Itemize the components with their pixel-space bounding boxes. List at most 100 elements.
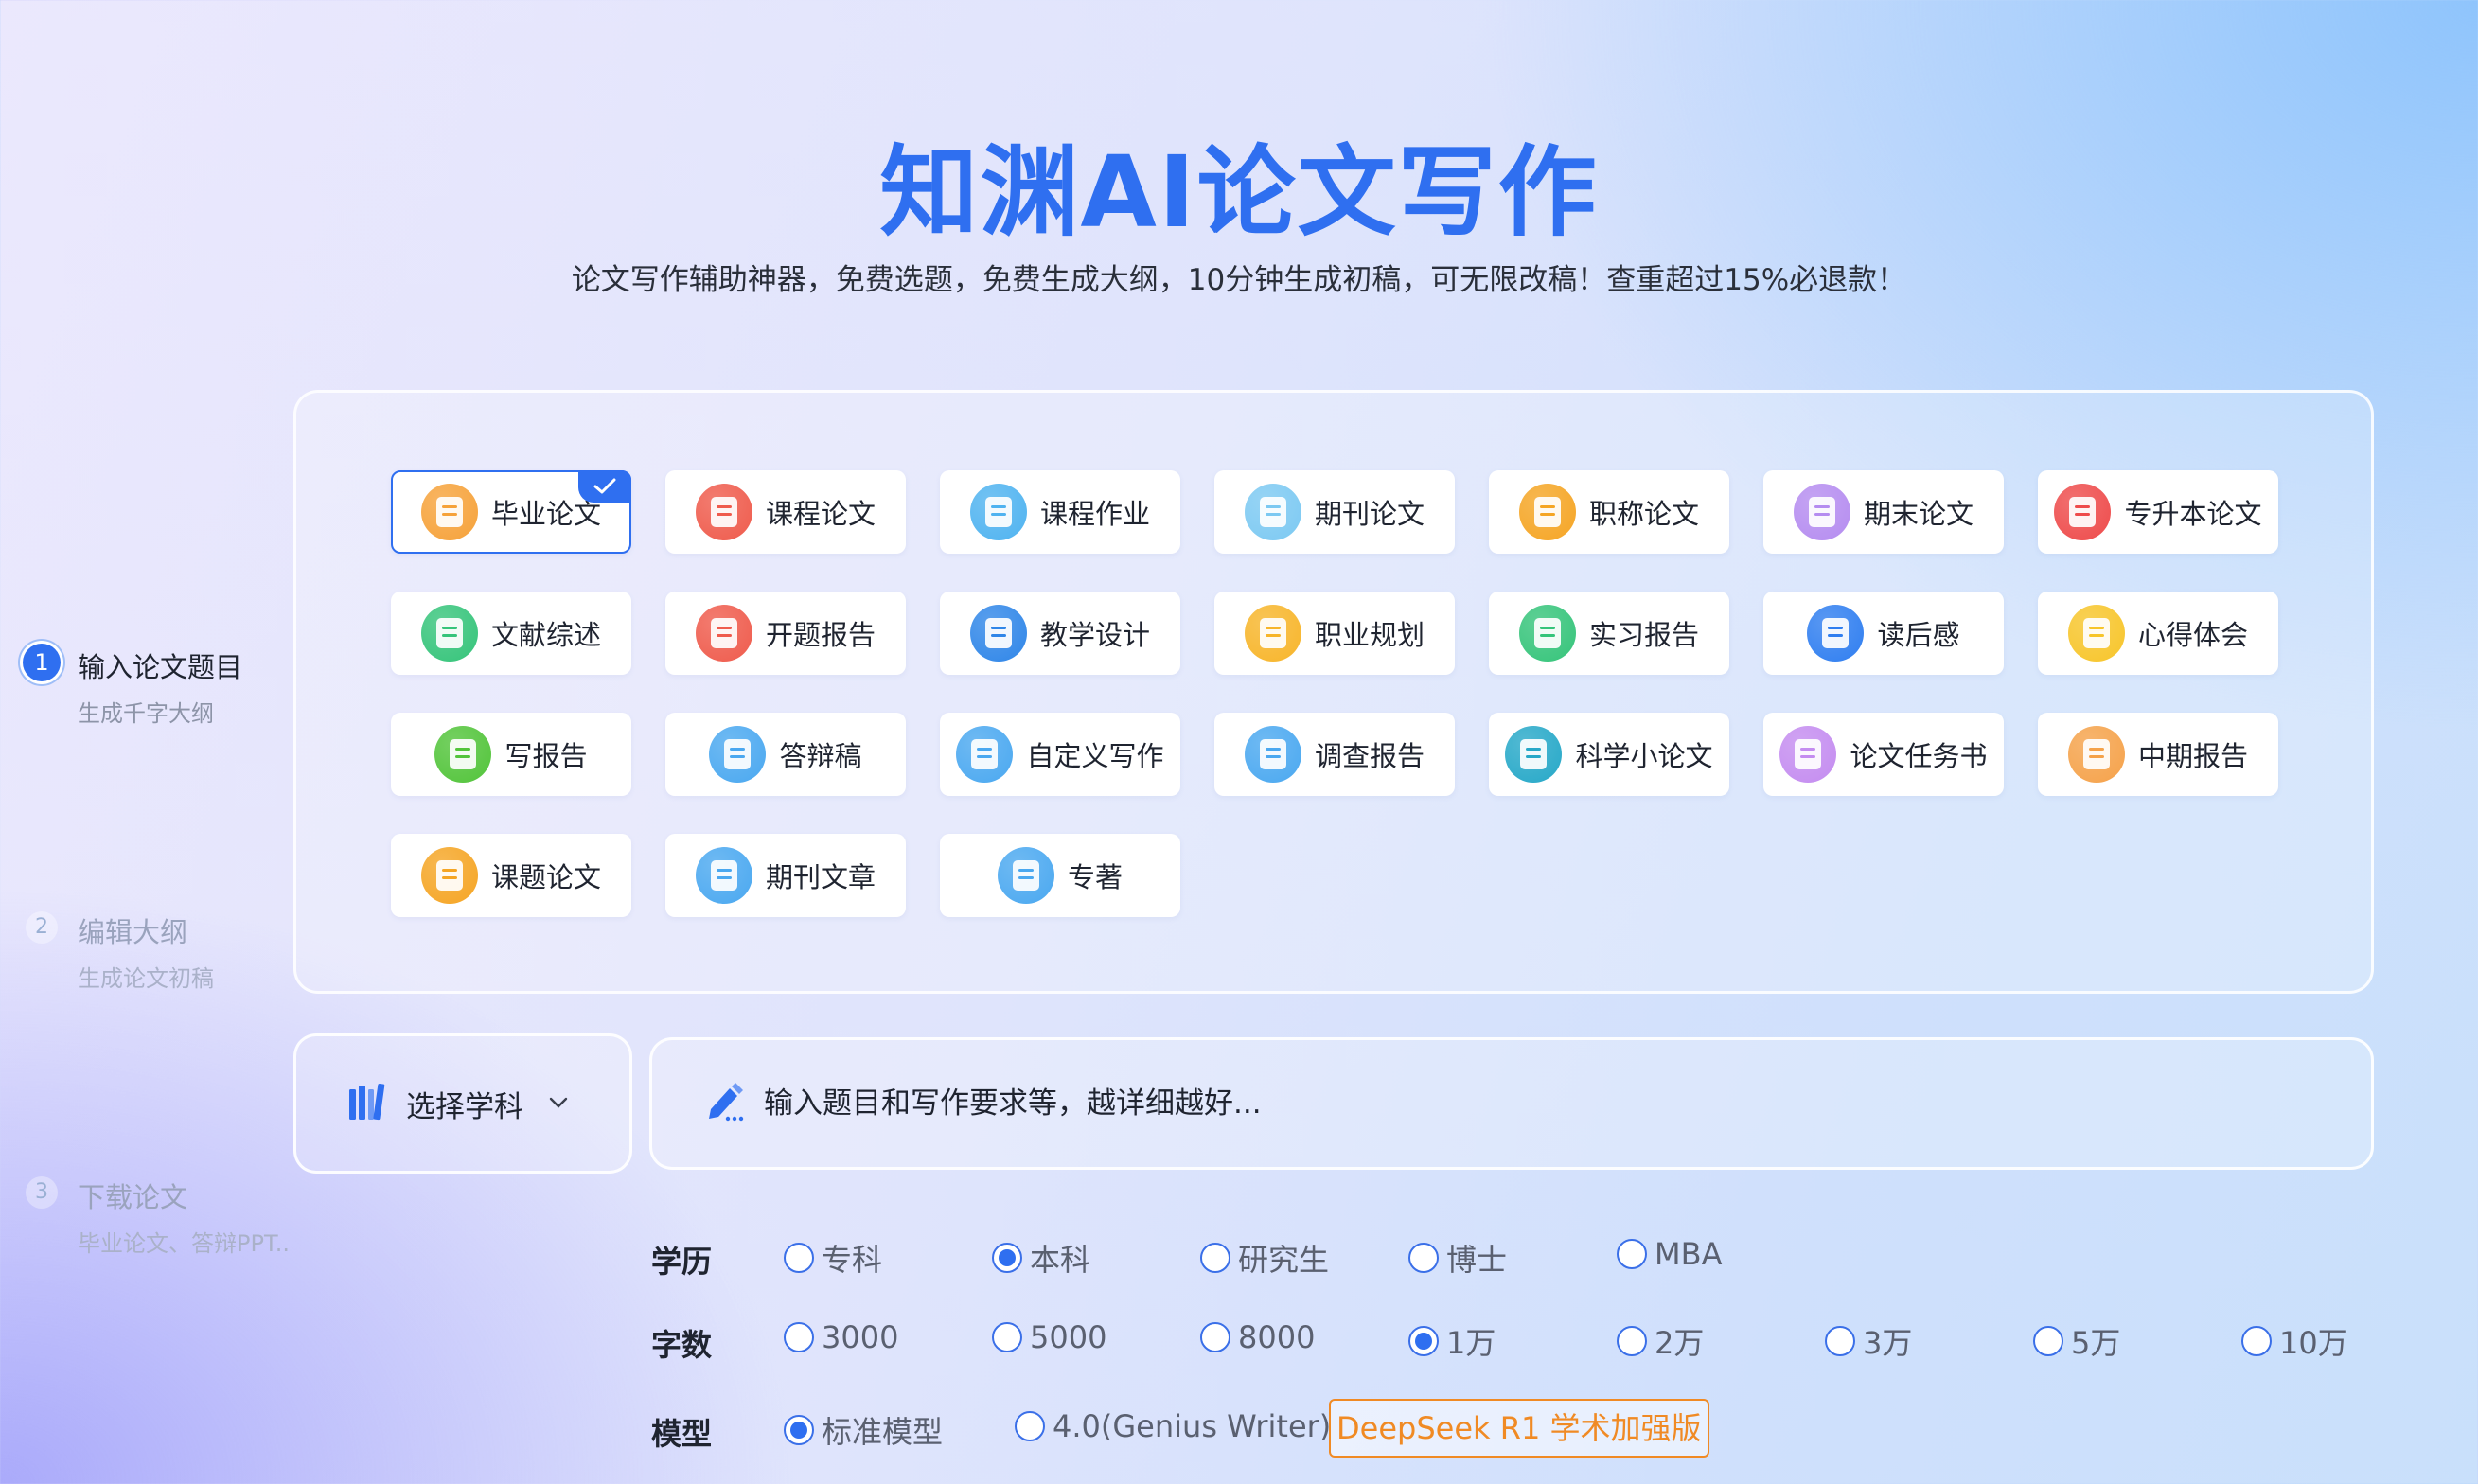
open-book-icon bbox=[420, 605, 478, 662]
paper-type-card[interactable]: 论文任务书 bbox=[1763, 713, 2004, 796]
paper-type-card[interactable]: 教学设计 bbox=[940, 592, 1180, 675]
step-label: 下载论文 bbox=[78, 1181, 188, 1213]
radio-button[interactable] bbox=[1825, 1326, 1855, 1356]
words-option[interactable]: 5万 bbox=[2033, 1319, 2120, 1363]
option-label: 4.0(Genius Writer) bbox=[1053, 1408, 1332, 1444]
paper-type-card[interactable]: 职业规划 bbox=[1214, 592, 1455, 675]
radio-button[interactable] bbox=[1617, 1239, 1647, 1269]
words-option[interactable]: 1万 bbox=[1408, 1319, 1496, 1363]
words-option[interactable]: 3万 bbox=[1825, 1319, 1912, 1363]
books-icon bbox=[347, 1082, 389, 1125]
radio-button[interactable] bbox=[992, 1322, 1022, 1352]
file-icon bbox=[956, 726, 1014, 783]
radio-button[interactable] bbox=[1015, 1411, 1045, 1441]
paper-type-label: 中期报告 bbox=[2137, 740, 2248, 772]
paper-type-card[interactable]: 读后感 bbox=[1763, 592, 2004, 675]
education-option[interactable]: 博士 bbox=[1408, 1236, 1507, 1280]
option-label: 博士 bbox=[1446, 1242, 1508, 1278]
paper-type-label: 期末论文 bbox=[1863, 498, 1974, 530]
paper-type-card[interactable]: 专著 bbox=[940, 834, 1180, 917]
certificate-icon bbox=[1518, 484, 1576, 540]
option-label: 3万 bbox=[1863, 1325, 1913, 1361]
radio-button[interactable] bbox=[784, 1415, 814, 1445]
paper-type-card[interactable]: 调查报告 bbox=[1214, 713, 1455, 796]
paper-type-card[interactable]: 期末论文 bbox=[1763, 470, 2004, 554]
radio-button[interactable] bbox=[1200, 1322, 1230, 1352]
paper-type-label: 期刊文章 bbox=[765, 861, 876, 893]
radio-button[interactable] bbox=[1408, 1243, 1439, 1273]
paper-type-label: 论文任务书 bbox=[1850, 740, 1988, 772]
topic-input-box[interactable] bbox=[649, 1037, 2374, 1170]
words-option[interactable]: 3000 bbox=[784, 1319, 898, 1355]
paper-type-label: 专著 bbox=[1067, 861, 1123, 893]
education-option[interactable]: 本科 bbox=[992, 1236, 1090, 1280]
paper-type-card[interactable]: 自定义写作 bbox=[940, 713, 1180, 796]
paper-type-label: 读后感 bbox=[1877, 619, 1960, 651]
paper-type-label: 文献综述 bbox=[490, 619, 601, 651]
paper-type-card[interactable]: 职称论文 bbox=[1489, 470, 1729, 554]
option-label: 3000 bbox=[822, 1319, 899, 1355]
file-icon bbox=[709, 726, 767, 783]
radio-button[interactable] bbox=[2241, 1326, 2272, 1356]
paper-type-card[interactable]: 期刊文章 bbox=[665, 834, 906, 917]
paper-type-label: 调查报告 bbox=[1314, 740, 1425, 772]
paper-type-label: 专升本论文 bbox=[2124, 498, 2262, 530]
words-option[interactable]: 2万 bbox=[1617, 1319, 1704, 1363]
paper-type-card[interactable]: 文献综述 bbox=[391, 592, 631, 675]
education-option[interactable]: MBA bbox=[1617, 1236, 1722, 1272]
step-number: 3 bbox=[26, 1176, 58, 1209]
paper-type-label: 开题报告 bbox=[765, 619, 876, 651]
deepseek-badge[interactable]: DeepSeek R1 学术加强版 bbox=[1329, 1399, 1709, 1458]
file-icon bbox=[695, 847, 752, 904]
option-label: 1万 bbox=[1446, 1325, 1496, 1361]
paper-type-card[interactable]: 答辩稿 bbox=[665, 713, 906, 796]
step-subtitle: 生成论文初稿 bbox=[78, 965, 214, 992]
paper-type-card[interactable]: 课题论文 bbox=[391, 834, 631, 917]
paper-type-card[interactable]: 专升本论文 bbox=[2038, 470, 2278, 554]
radio-button[interactable] bbox=[2033, 1326, 2063, 1356]
notebook-icon bbox=[1793, 484, 1850, 540]
option-label: 本科 bbox=[1030, 1242, 1091, 1278]
education-option[interactable]: 研究生 bbox=[1200, 1236, 1329, 1280]
paper-type-card[interactable]: 科学小论文 bbox=[1489, 713, 1729, 796]
radio-button[interactable] bbox=[992, 1243, 1022, 1273]
paper-type-label: 教学设计 bbox=[1039, 619, 1150, 651]
radio-button[interactable] bbox=[1200, 1243, 1230, 1273]
words-option[interactable]: 8000 bbox=[1200, 1319, 1315, 1355]
model-option[interactable]: 标准模型 bbox=[784, 1408, 943, 1452]
paper-type-card[interactable]: 实习报告 bbox=[1489, 592, 1729, 675]
education-option[interactable]: 专科 bbox=[784, 1236, 882, 1280]
words-option[interactable]: 5000 bbox=[992, 1319, 1106, 1355]
radio-button[interactable] bbox=[784, 1322, 814, 1352]
paper-type-card[interactable]: 开题报告 bbox=[665, 592, 906, 675]
task-book-icon bbox=[1779, 726, 1837, 783]
topic-input[interactable] bbox=[764, 1086, 2278, 1121]
step-label: 输入论文题目 bbox=[78, 651, 243, 683]
radio-button[interactable] bbox=[784, 1243, 814, 1273]
report-icon bbox=[695, 605, 752, 662]
paper-type-card[interactable]: 心得体会 bbox=[2038, 592, 2278, 675]
model-option[interactable]: 4.0(Genius Writer) bbox=[1015, 1408, 1331, 1444]
paper-type-card[interactable]: 课程论文 bbox=[665, 470, 906, 554]
step-number: 1 bbox=[23, 644, 61, 681]
step-subtitle: 生成千字大纲 bbox=[78, 700, 214, 727]
paper-type-card[interactable]: 毕业论文 bbox=[391, 470, 631, 554]
words-option[interactable]: 10万 bbox=[2241, 1319, 2348, 1363]
paper-type-card[interactable]: 中期报告 bbox=[2038, 713, 2278, 796]
step-label: 编辑大纲 bbox=[78, 916, 188, 948]
radio-button[interactable] bbox=[1408, 1326, 1439, 1356]
radio-button[interactable] bbox=[1617, 1326, 1647, 1356]
option-label: 2万 bbox=[1655, 1325, 1705, 1361]
paper-type-card[interactable]: 写报告 bbox=[391, 713, 631, 796]
chevron-down-icon bbox=[548, 1095, 569, 1113]
paper-type-label: 课题论文 bbox=[490, 861, 601, 893]
pen-icon bbox=[703, 1081, 747, 1126]
option-label: 10万 bbox=[2279, 1325, 2348, 1361]
education-title: 学历 bbox=[651, 1244, 713, 1280]
paper-type-label: 职称论文 bbox=[1588, 498, 1699, 530]
paper-type-card[interactable]: 期刊论文 bbox=[1214, 470, 1455, 554]
edit-icon bbox=[434, 726, 492, 783]
paper-type-card[interactable]: 课程作业 bbox=[940, 470, 1180, 554]
step-number: 2 bbox=[26, 911, 58, 944]
subject-select[interactable]: 选择学科 bbox=[293, 1034, 632, 1174]
